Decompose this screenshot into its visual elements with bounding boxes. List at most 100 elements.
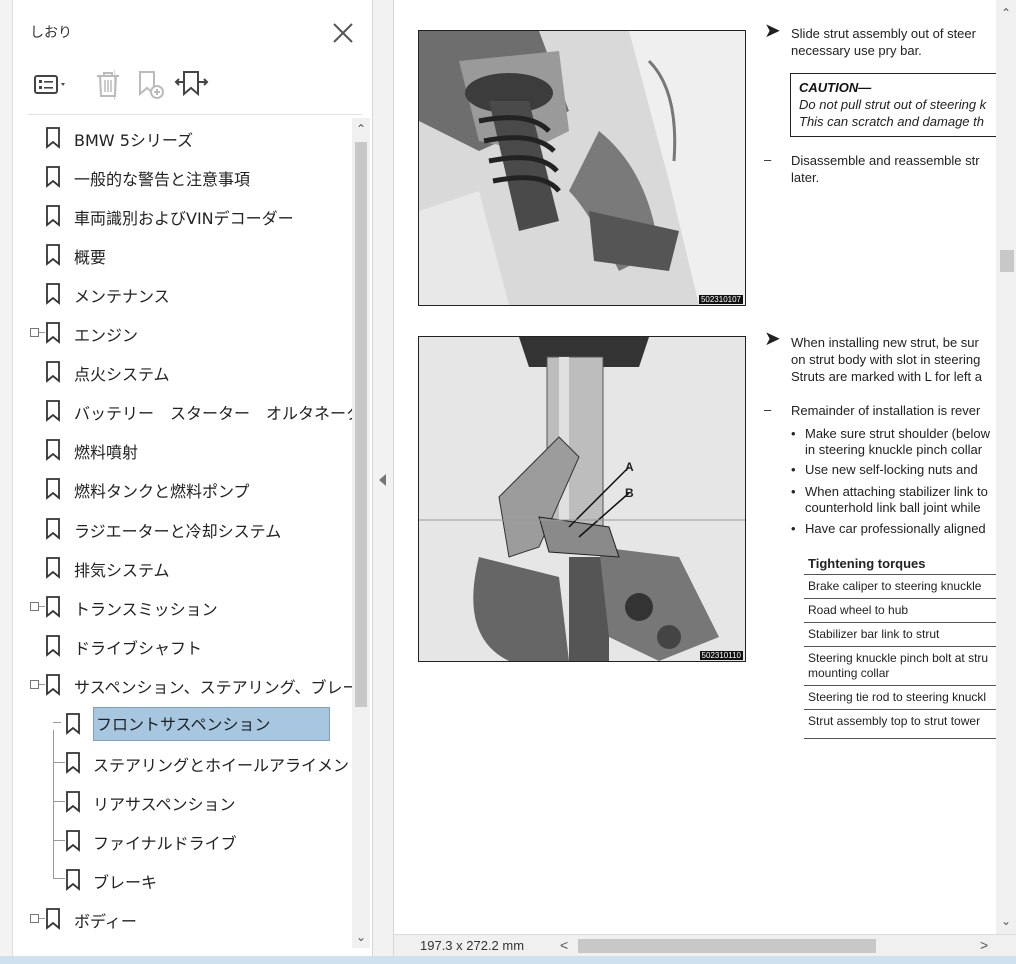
bookmark-item[interactable]: 排気システム [12, 548, 352, 586]
page-size-readout: 197.3 x 272.2 mm [420, 938, 525, 953]
bookmark-item[interactable]: 燃料噴射 [12, 430, 352, 468]
instruction-arrow-icon: ➤ [764, 328, 781, 350]
callout-label-b: B [625, 486, 634, 500]
bookmark-label: ラジエーターと冷却システム [74, 521, 282, 541]
bookmark-item[interactable]: ブレーキ [12, 860, 352, 898]
bookmark-item[interactable]: サスペンション、ステアリング、ブレーキ全般 [12, 665, 352, 703]
photo-reference-code: 502310107 [698, 295, 743, 304]
bookmark-item[interactable]: 点火システム [12, 352, 352, 390]
scroll-down-arrow[interactable]: ⌄ [999, 914, 1013, 928]
bullet-text: counterhold link ball joint while [805, 500, 981, 515]
close-icon [333, 23, 353, 43]
panel-scroll-thumb[interactable] [355, 142, 367, 707]
instruction-text: later. [791, 170, 820, 185]
bookmark-item[interactable]: エンジン [12, 313, 352, 351]
torque-label: Brake caliper to steering knuckle [808, 579, 982, 593]
bookmark-label: 燃料タンクと燃料ポンプ [74, 482, 250, 502]
caution-text: This can scratch and damage th [799, 114, 984, 129]
bookmark-item[interactable]: 燃料タンクと燃料ポンプ [12, 469, 352, 507]
scroll-up-arrow[interactable]: ⌃ [999, 6, 1013, 20]
bookmark-item[interactable]: フロントサスペンション [12, 704, 352, 742]
photo-strut-installation: A B 502310110 [418, 336, 746, 662]
expand-toggle[interactable] [30, 601, 39, 611]
scroll-up-arrow[interactable]: ⌃ [355, 122, 367, 136]
scroll-right-arrow[interactable]: > [980, 937, 988, 953]
expand-toggle[interactable] [30, 679, 39, 689]
bookmark-icon [46, 673, 60, 696]
toolbar-divider [28, 114, 362, 115]
bookmarks-panel: しおり BMW 5シリーズ 一般的な警告と注意事項 車両識別およびVINデコーダ… [0, 0, 372, 956]
expand-toggle[interactable] [30, 914, 39, 923]
caution-title: CAUTION— [799, 80, 872, 95]
bullet-text: Make sure strut shoulder (below [805, 426, 990, 441]
instruction-text: on strut body with slot in steering [791, 352, 981, 367]
bookmark-label: フロントサスペンション [93, 706, 330, 741]
bookmark-icon [46, 595, 60, 618]
bullet-text: When attaching stabilizer link to [805, 484, 988, 499]
add-bookmark-icon [139, 71, 164, 99]
instruction-text: necessary use pry bar. [791, 43, 922, 58]
bookmark-icon [46, 517, 60, 540]
panel-scrollbar[interactable]: ⌃ ⌄ [352, 118, 370, 948]
callout-label-a: A [625, 460, 634, 474]
torque-row: Road wheel to hub [804, 598, 996, 618]
bullet-text: Use new self-locking nuts and [805, 462, 978, 477]
bookmark-icon [66, 869, 80, 891]
bookmark-label: ファイナルドライブ [93, 833, 237, 853]
document-page: 502310107 A B 502310110 ➤ Slide strut as… [394, 0, 996, 934]
instruction-text: Struts are marked with L for left a [791, 369, 982, 384]
scroll-left-arrow[interactable]: < [560, 937, 568, 953]
collapse-panel-icon[interactable] [379, 474, 386, 486]
bookmark-item[interactable]: メンテナンス [12, 274, 352, 312]
panel-splitter[interactable] [372, 0, 394, 956]
bookmark-item[interactable]: トランスミッション [12, 587, 352, 625]
bookmark-icon [66, 829, 80, 852]
window-bottom-edge [0, 956, 1016, 964]
bookmark-label: 排気システム [74, 560, 170, 580]
bookmark-item[interactable]: ラジエーターと冷却システム [12, 509, 352, 547]
bookmark-label: 概要 [74, 248, 107, 268]
expand-toggle[interactable] [30, 328, 39, 338]
bookmark-item[interactable]: BMW 5シリーズ [12, 118, 352, 156]
bookmark-item[interactable]: 車両識別およびVINデコーダー [12, 196, 352, 234]
bookmark-icon [46, 908, 60, 930]
document-scroll-thumb[interactable] [1000, 250, 1014, 272]
torque-label: Steering tie rod to steering knuckl [808, 690, 987, 704]
torque-table-title: Tightening torques [808, 556, 926, 571]
add-bookmark-button[interactable] [130, 64, 170, 104]
bullet-text: Have car professionally aligned [805, 521, 986, 536]
bookmark-icon [46, 322, 60, 345]
bookmark-item[interactable]: ファイナルドライブ [12, 821, 352, 859]
document-vertical-scrollbar[interactable]: ⌃ ⌄ [996, 0, 1016, 934]
bookmark-item[interactable]: リアサスペンション [12, 782, 352, 820]
bullet-marker: • [791, 521, 796, 536]
close-panel-button[interactable] [330, 20, 356, 46]
bookmark-item[interactable]: バッテリー スターター オルタネーター [12, 391, 352, 429]
bookmark-icon [46, 556, 60, 579]
bookmark-icon [46, 166, 60, 188]
bookmark-icon [66, 751, 80, 774]
bookmark-item[interactable]: ステアリングとホイールアライメント [12, 743, 352, 781]
bookmark-item[interactable]: 概要 [12, 235, 352, 273]
bookmark-icon [66, 712, 80, 735]
table-bottom-rule [804, 738, 996, 739]
bookmark-icon [46, 400, 60, 423]
bookmark-label: エンジン [74, 326, 139, 346]
scroll-down-arrow[interactable]: ⌄ [355, 930, 367, 944]
bullet-text: in steering knuckle pinch collar [805, 442, 983, 457]
bookmark-label: トランスミッション [74, 599, 218, 619]
bookmark-icon [46, 205, 60, 228]
bookmark-label: ボディー [74, 912, 137, 931]
delete-bookmark-button[interactable] [88, 64, 128, 104]
bookmark-label: 点火システム [74, 365, 170, 385]
bookmark-item[interactable]: ボディー [12, 899, 352, 937]
bookmark-item[interactable]: 一般的な警告と注意事項 [12, 157, 352, 195]
torque-label: Road wheel to hub [808, 603, 909, 617]
expand-bookmark-button[interactable] [172, 64, 212, 104]
torque-row: Strut assembly top to strut tower [804, 709, 996, 729]
bookmark-label: メンテナンス [74, 287, 170, 307]
horizontal-scroll-thumb[interactable] [578, 939, 876, 953]
bookmark-icon [46, 361, 60, 384]
options-button[interactable] [30, 64, 70, 104]
bookmark-item[interactable]: ドライブシャフト [12, 626, 352, 664]
